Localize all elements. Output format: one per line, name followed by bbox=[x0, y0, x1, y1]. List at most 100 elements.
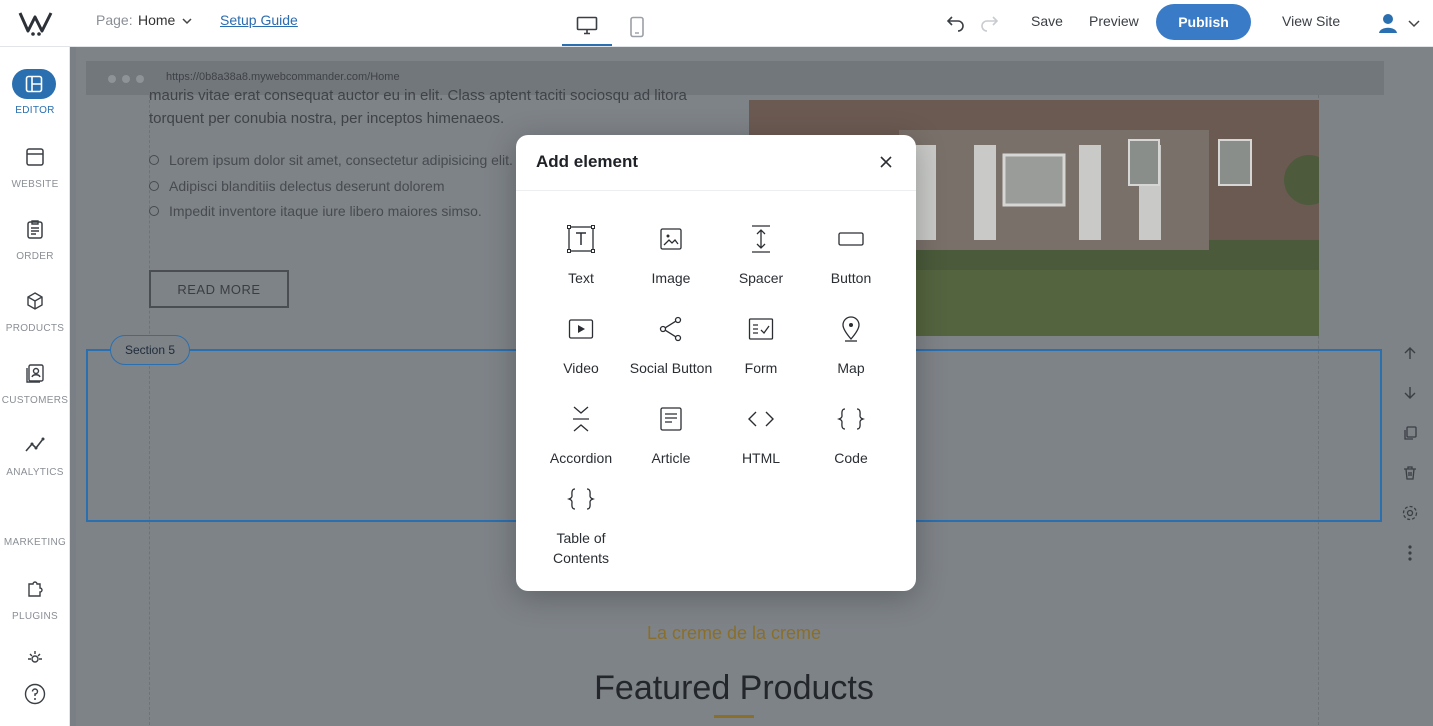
browser-icon bbox=[21, 143, 49, 171]
read-more-button[interactable]: READ MORE bbox=[149, 270, 289, 308]
sidebar-item-website[interactable]: WEBSITE bbox=[0, 143, 70, 205]
sidebar-item-label: ORDER bbox=[16, 251, 54, 262]
publish-button[interactable]: Publish bbox=[1156, 4, 1251, 40]
text-icon bbox=[566, 224, 596, 254]
help-icon[interactable] bbox=[24, 683, 46, 705]
html-icon bbox=[746, 404, 776, 434]
sidebar-item-analytics[interactable]: ANALYTICS bbox=[0, 431, 70, 493]
chevron-down-icon[interactable] bbox=[180, 14, 194, 28]
body-text-line: torquent per conubia nostra, per incepto… bbox=[149, 110, 505, 127]
clipboard-icon bbox=[21, 215, 49, 243]
desktop-icon bbox=[576, 16, 598, 35]
layout-icon bbox=[12, 69, 56, 99]
top-bar: Page: Home Setup Guide Save Preview Publ… bbox=[0, 0, 1433, 47]
toc-icon bbox=[566, 484, 596, 514]
duplicate-button[interactable] bbox=[1396, 419, 1424, 447]
save-button[interactable]: Save bbox=[1031, 13, 1063, 29]
delete-button[interactable] bbox=[1396, 459, 1424, 487]
more-options-button[interactable] bbox=[1396, 539, 1424, 567]
chevron-down-icon[interactable] bbox=[1406, 15, 1422, 31]
sidebar-item-products[interactable]: PRODUCTS bbox=[0, 287, 70, 349]
element-label: Map bbox=[837, 360, 865, 376]
more-vertical-icon bbox=[1408, 545, 1412, 561]
tagline: La creme de la creme bbox=[646, 623, 822, 643]
move-down-button[interactable] bbox=[1396, 379, 1424, 407]
add-accordion-element[interactable]: Accordion bbox=[536, 404, 626, 484]
element-label: Button bbox=[830, 270, 872, 286]
window-dots bbox=[108, 75, 144, 83]
sidebar-item-label: CUSTOMERS bbox=[1, 395, 69, 406]
sidebar-item-label: WEBSITE bbox=[11, 179, 59, 190]
add-spacer-element[interactable]: Spacer bbox=[716, 224, 806, 304]
view-site-button[interactable]: View Site bbox=[1282, 13, 1340, 29]
add-element-modal: Add element Text Image Spacer Button Vid… bbox=[516, 135, 916, 591]
add-form-element[interactable]: Form bbox=[716, 314, 806, 394]
add-text-element[interactable]: Text bbox=[536, 224, 626, 304]
modal-title: Add element bbox=[536, 152, 639, 171]
list-item: Lorem ipsum dolor sit amet, consectetur … bbox=[149, 152, 513, 168]
webcommander-logo[interactable] bbox=[18, 9, 54, 37]
preview-button[interactable]: Preview bbox=[1089, 13, 1139, 29]
contacts-icon bbox=[21, 359, 49, 387]
sidebar-item-order[interactable]: ORDER bbox=[0, 215, 70, 277]
add-html-element[interactable]: HTML bbox=[716, 404, 806, 484]
mobile-icon bbox=[630, 16, 644, 38]
add-code-element[interactable]: Code bbox=[806, 404, 896, 484]
spacer-icon bbox=[746, 224, 776, 254]
video-icon bbox=[566, 314, 596, 344]
sidebar-item-plugins[interactable]: PLUGINS bbox=[0, 575, 70, 637]
add-article-element[interactable]: Article bbox=[626, 404, 716, 484]
image-icon bbox=[656, 224, 686, 254]
sidebar-item-label: PRODUCTS bbox=[5, 323, 65, 334]
sidebar-item-editor[interactable]: EDITOR bbox=[0, 69, 70, 131]
puzzle-icon bbox=[21, 575, 49, 603]
gear-icon bbox=[1402, 505, 1418, 521]
accordion-icon bbox=[566, 404, 596, 434]
mobile-view-button[interactable] bbox=[612, 8, 662, 46]
sidebar-heading-marketing[interactable]: MARKETING bbox=[0, 537, 70, 548]
form-icon bbox=[746, 314, 776, 344]
code-icon bbox=[836, 404, 866, 434]
add-button-element[interactable]: Button bbox=[806, 224, 896, 304]
featured-products-heading: Featured Products bbox=[594, 669, 874, 707]
list-item: Impedit inventore itaque iure libero mai… bbox=[149, 203, 482, 219]
list-item: Adipisci blanditiis delectus deserunt do… bbox=[149, 178, 444, 194]
settings-icon[interactable] bbox=[25, 649, 45, 663]
heading-underline bbox=[714, 715, 754, 718]
arrow-up-icon bbox=[1404, 347, 1416, 359]
section-tag[interactable]: Section 5 bbox=[110, 335, 190, 365]
section-settings-button[interactable] bbox=[1396, 499, 1424, 527]
share-icon bbox=[656, 314, 686, 344]
page-label: Page: bbox=[96, 12, 133, 28]
sidebar: EDITOR WEBSITE ORDER PRODUCTS CUSTOMERS … bbox=[0, 47, 70, 726]
move-up-button[interactable] bbox=[1396, 339, 1424, 367]
button-icon bbox=[836, 224, 866, 254]
article-icon bbox=[656, 404, 686, 434]
map-pin-icon bbox=[836, 314, 866, 344]
add-map-element[interactable]: Map bbox=[806, 314, 896, 394]
modal-header: Add element bbox=[516, 135, 916, 191]
desktop-view-button[interactable] bbox=[562, 8, 612, 46]
undo-icon[interactable] bbox=[944, 10, 968, 34]
sidebar-item-label: ANALYTICS bbox=[6, 467, 64, 478]
arrow-down-icon bbox=[1404, 387, 1416, 399]
add-video-element[interactable]: Video bbox=[536, 314, 626, 394]
add-image-element[interactable]: Image bbox=[626, 224, 716, 304]
copy-icon bbox=[1404, 426, 1417, 440]
element-label: Table of Contents bbox=[552, 530, 610, 566]
chart-line-icon bbox=[21, 431, 49, 459]
sidebar-item-customers[interactable]: CUSTOMERS bbox=[0, 359, 70, 421]
element-label: Code bbox=[834, 450, 868, 466]
close-button[interactable] bbox=[876, 152, 896, 172]
user-avatar-icon[interactable] bbox=[1374, 9, 1402, 37]
add-table-of-contents-element[interactable]: Table of Contents bbox=[536, 484, 626, 574]
close-icon bbox=[880, 156, 892, 168]
setup-guide-link[interactable]: Setup Guide bbox=[220, 12, 298, 28]
page-selector[interactable]: Home bbox=[138, 12, 175, 28]
cube-icon bbox=[21, 287, 49, 315]
redo-icon[interactable] bbox=[977, 10, 1001, 34]
sidebar-item-label: EDITOR bbox=[15, 105, 55, 116]
trash-icon bbox=[1404, 466, 1416, 480]
sidebar-item-label: PLUGINS bbox=[11, 611, 58, 622]
add-social-button-element[interactable]: Social Button bbox=[626, 314, 716, 394]
